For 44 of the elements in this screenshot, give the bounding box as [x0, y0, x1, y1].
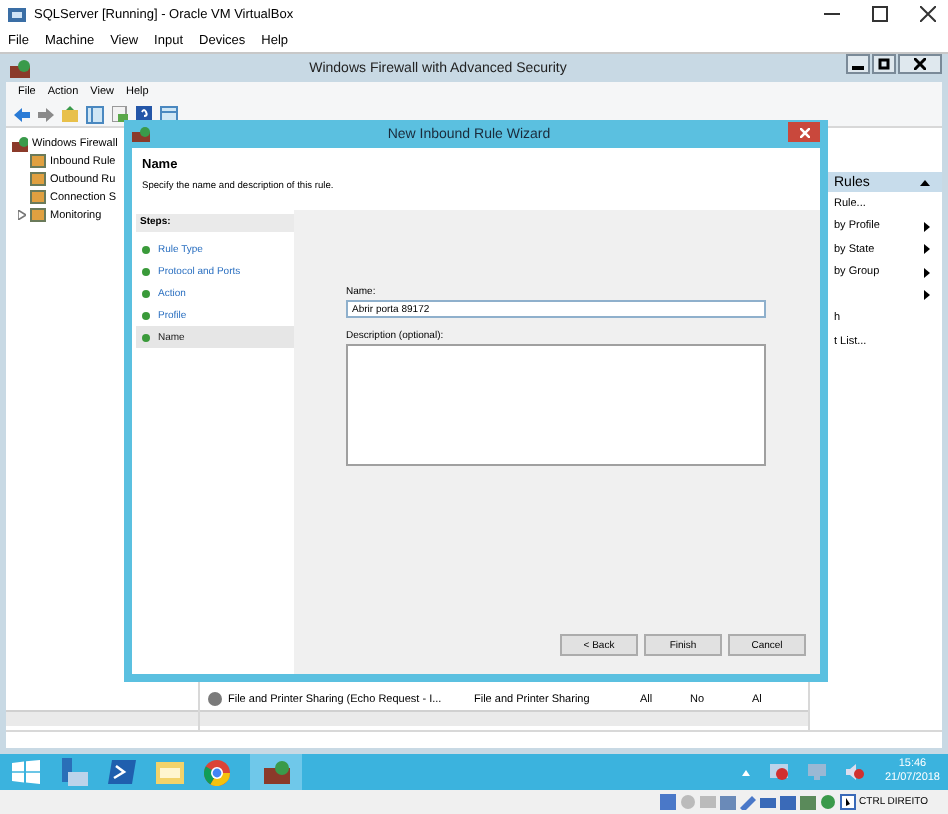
mouse-integration-icon: [839, 794, 856, 810]
step-dot-icon: [142, 245, 150, 253]
export-icon[interactable]: [112, 106, 128, 122]
speaker-muted-icon[interactable]: [846, 764, 865, 780]
windows-logo-icon[interactable]: [12, 760, 40, 784]
submenu-arrow-icon[interactable]: [924, 244, 930, 255]
restore-icon: [878, 58, 890, 70]
submenu-arrow-icon[interactable]: [924, 267, 930, 278]
step-dot-icon: [142, 267, 150, 275]
folder-up-icon[interactable]: [62, 106, 78, 122]
collapse-arrow-icon[interactable]: [920, 179, 930, 185]
app-icon: [8, 5, 26, 23]
firewall-icon: [10, 59, 30, 77]
back-arrow-icon[interactable]: [14, 107, 30, 121]
step-dot-icon: [142, 289, 150, 297]
close-icon: [799, 127, 809, 137]
restore-button[interactable]: [872, 54, 896, 74]
firewall-taskbar-button[interactable]: [250, 754, 302, 790]
close-icon: [914, 58, 926, 70]
maximize-icon[interactable]: [872, 6, 888, 22]
expand-arrow-icon[interactable]: [18, 210, 26, 220]
minimize-button[interactable]: [846, 54, 870, 74]
rule-status-icon: [208, 692, 222, 706]
horizontal-scrollbar[interactable]: [200, 710, 808, 726]
step-dot-icon: [142, 311, 150, 319]
server-manager-icon[interactable]: [60, 758, 88, 786]
forward-arrow-icon[interactable]: [38, 107, 54, 121]
firewall-icon: [12, 135, 28, 151]
close-icon[interactable]: [920, 6, 936, 22]
description-field[interactable]: [346, 344, 766, 466]
pane-icon[interactable]: [160, 105, 178, 123]
folder-icon[interactable]: [156, 760, 184, 784]
network-warning-icon[interactable]: [770, 764, 789, 780]
chrome-icon[interactable]: [204, 759, 230, 785]
submenu-arrow-icon[interactable]: [924, 221, 930, 232]
firewall-icon: [263, 760, 289, 784]
submenu-arrow-icon[interactable]: [924, 290, 930, 301]
powershell-icon[interactable]: [108, 760, 136, 784]
pane-icon[interactable]: [86, 105, 104, 123]
horizontal-scrollbar[interactable]: [6, 710, 198, 726]
firewall-icon: [132, 126, 150, 142]
step-dot-icon: [142, 333, 150, 341]
tray-arrow-icon[interactable]: [742, 769, 751, 775]
close-button[interactable]: [898, 54, 942, 74]
